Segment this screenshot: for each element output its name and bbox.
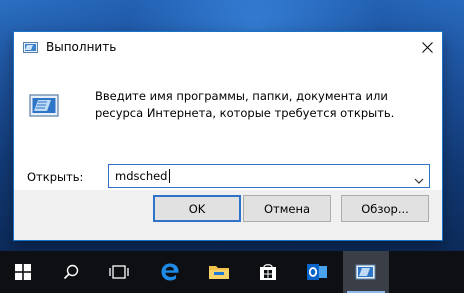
close-button[interactable] — [412, 32, 442, 62]
run-icon — [23, 40, 39, 54]
chevron-down-icon[interactable] — [413, 171, 425, 184]
taskbar-store[interactable] — [245, 251, 291, 293]
taskbar-run-dialog[interactable] — [343, 251, 389, 293]
run-dialog-icon — [355, 264, 376, 280]
open-combobox[interactable] — [108, 164, 430, 188]
task-view-icon — [109, 265, 129, 279]
outlook-icon — [307, 264, 327, 280]
dialog-titlebar[interactable]: Выполнить — [14, 32, 442, 62]
taskbar-file-explorer[interactable] — [196, 251, 242, 293]
dialog-content: Введите имя программы, папки, документа … — [14, 62, 442, 190]
text-caret — [169, 169, 170, 183]
dialog-title: Выполнить — [46, 40, 117, 54]
open-input[interactable] — [109, 165, 404, 187]
run-dialog: Выполнить Введите имя программы, папки, … — [13, 31, 443, 241]
taskbar-outlook[interactable] — [294, 251, 340, 293]
search-icon — [63, 264, 79, 280]
edge-browser-icon — [161, 263, 179, 281]
windows-start-icon — [15, 264, 31, 280]
dialog-description: Введите имя программы, папки, документа … — [95, 89, 395, 120]
start-button[interactable] — [0, 251, 46, 293]
taskbar-search-button[interactable] — [48, 251, 94, 293]
open-label: Открыть: — [27, 170, 84, 184]
task-view-button[interactable] — [96, 251, 142, 293]
browse-button[interactable]: Обзор... — [341, 195, 429, 222]
run-program-icon — [29, 92, 61, 120]
taskbar-edge[interactable] — [147, 251, 193, 293]
store-icon — [260, 264, 276, 280]
taskbar — [0, 251, 464, 293]
file-explorer-icon — [209, 266, 229, 279]
close-icon — [421, 41, 433, 53]
cancel-button[interactable]: Отмена — [243, 195, 331, 222]
ok-button[interactable]: OK — [153, 195, 241, 222]
